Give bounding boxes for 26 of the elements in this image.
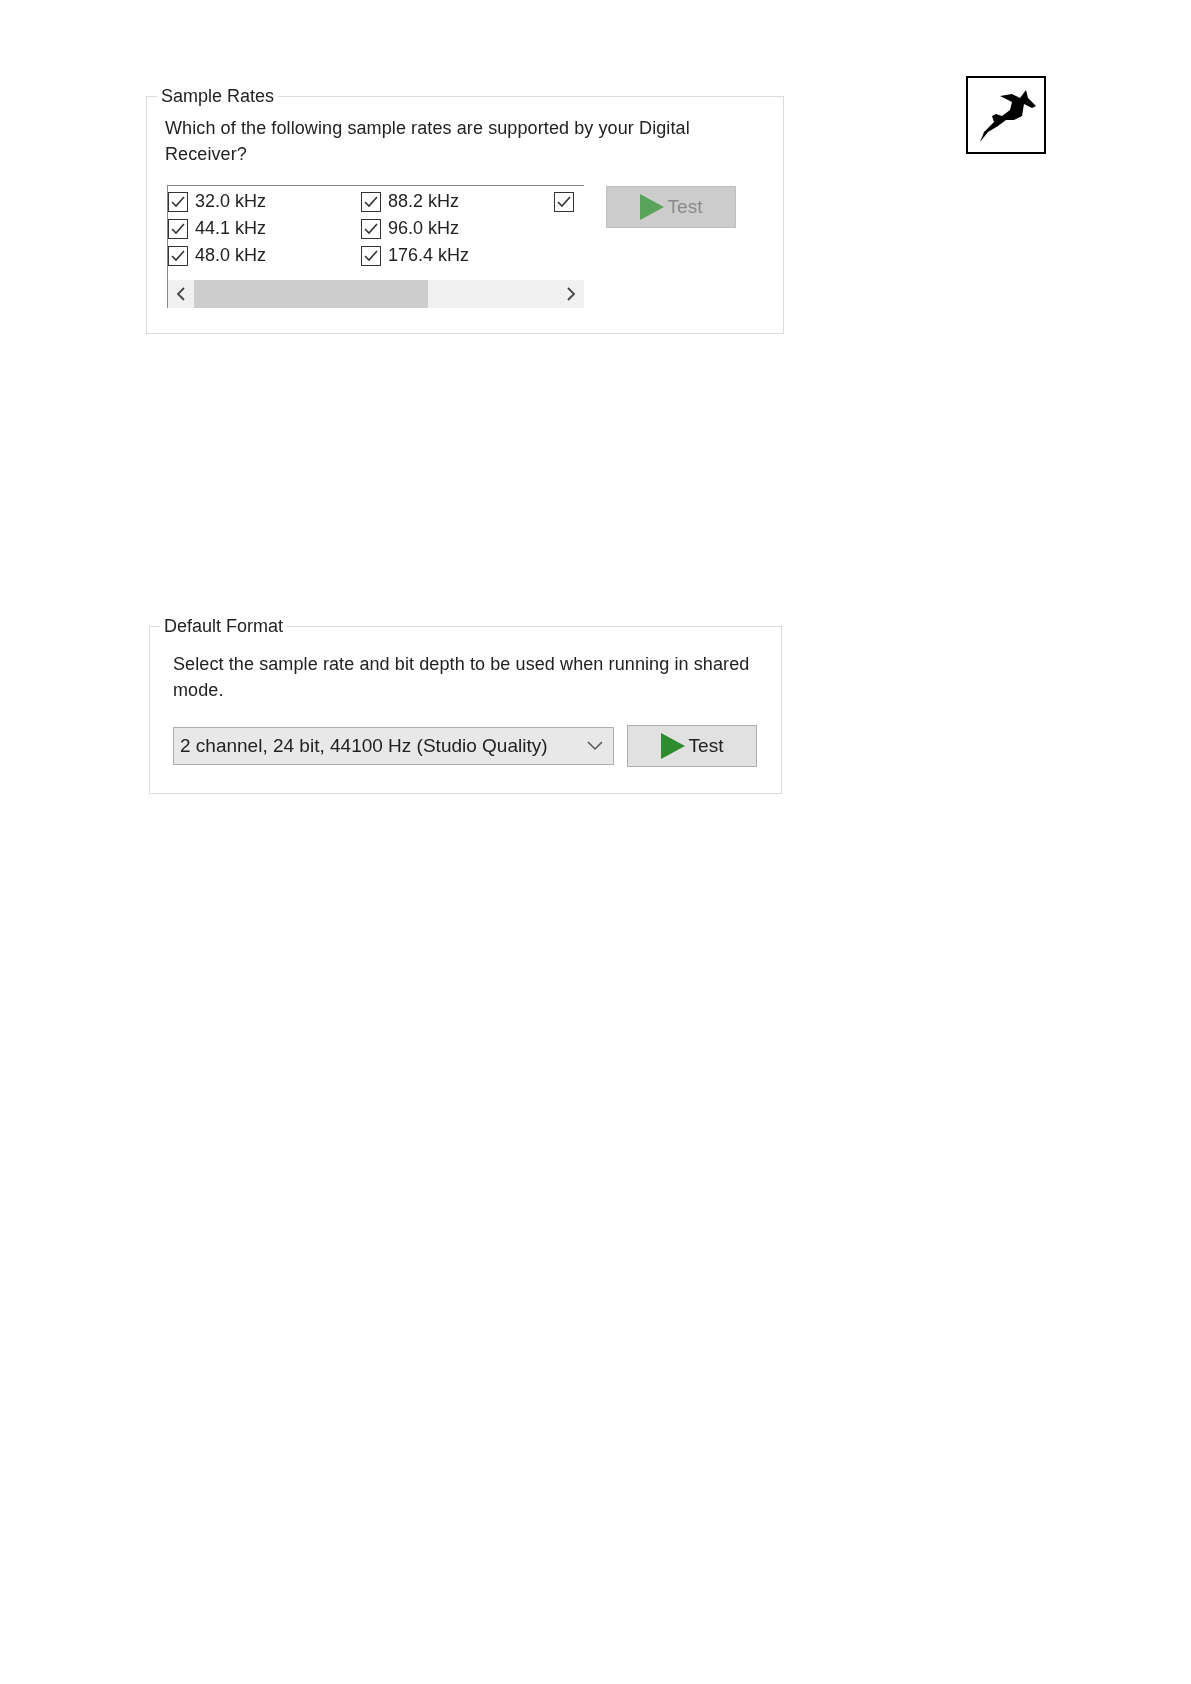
checkbox[interactable]	[168, 191, 188, 212]
play-icon	[660, 733, 685, 759]
checkbox[interactable]	[168, 245, 188, 266]
antelope-logo-icon	[966, 76, 1046, 154]
option-label: 44.1 kHz	[195, 218, 267, 239]
checkbox[interactable]	[361, 191, 381, 212]
scroll-left-icon[interactable]	[176, 287, 186, 301]
option-label: 48.0 kHz	[195, 245, 267, 266]
horizontal-scrollbar[interactable]	[168, 280, 584, 308]
option-label: 32.0 kHz	[195, 191, 267, 212]
checkbox[interactable]	[361, 245, 381, 266]
option-label: 176.4 kHz	[388, 245, 470, 266]
chevron-down-icon	[587, 741, 603, 751]
prompt-text: Which of the following sample rates are supported by your Digital Receiver?	[165, 117, 691, 166]
group-title: Sample Rates	[160, 86, 276, 107]
play-icon	[639, 194, 664, 220]
checkbox[interactable]	[361, 218, 381, 239]
group-title: Default Format	[163, 616, 285, 637]
option-label: 88.2 kHz	[388, 191, 460, 212]
scroll-right-icon[interactable]	[566, 287, 576, 301]
test-button[interactable]: Test	[627, 725, 757, 767]
prompt-text: Select the sample rate and bit depth to be used when running in shared mode.	[173, 653, 751, 702]
checkbox[interactable]	[554, 191, 574, 212]
option-label: 96.0 kHz	[388, 218, 460, 239]
checkbox[interactable]	[168, 218, 188, 239]
format-dropdown[interactable]: 2 channel, 24 bit, 44100 Hz (Studio Quality)	[173, 727, 614, 765]
